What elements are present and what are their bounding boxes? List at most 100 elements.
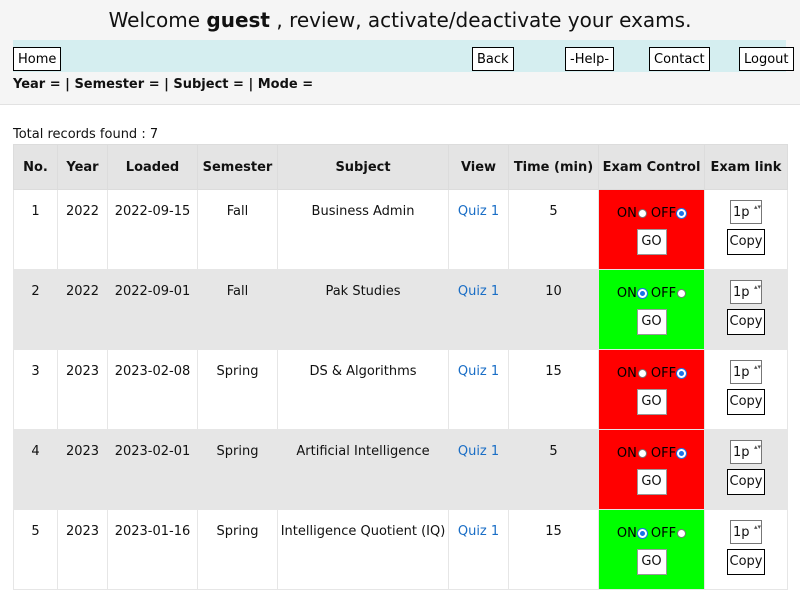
on-off-toggle: ON OFF [600, 206, 703, 221]
row-number: 5 [13, 509, 58, 590]
exam-control: ON OFF GO [598, 189, 705, 270]
filter-summary: Year = | Semester = | Subject = | Mode = [13, 77, 314, 92]
on-label: ON [616, 366, 637, 381]
column-header: View [448, 144, 509, 190]
link-stepper[interactable]: 1p [730, 280, 762, 304]
row-subject: Pak Studies [277, 269, 449, 350]
row-loaded-date: 2023-01-16 [107, 509, 198, 590]
welcome-suffix: , review, activate/deactivate your exams… [270, 8, 692, 32]
row-view: Quiz 1 [448, 509, 509, 590]
row-time: 5 [508, 429, 599, 510]
table-row: 5 2023 2023-01-16 Spring Intelligence Quotie… [13, 509, 788, 590]
off-radio[interactable] [677, 529, 687, 538]
exams-table: No. Year Loaded Semester Subject View Time (mi… [13, 144, 788, 590]
copy-button[interactable]: Copy [727, 469, 765, 495]
contact-button[interactable]: Contact [649, 47, 710, 71]
off-radio[interactable] [677, 449, 687, 458]
exam-link: 1p Copy [704, 429, 788, 510]
off-label: OFF [650, 366, 677, 381]
on-label: ON [616, 446, 637, 461]
row-loaded-date: 2023-02-01 [107, 429, 198, 510]
exam-control: ON OFF GO [598, 509, 705, 590]
off-radio[interactable] [677, 209, 687, 218]
row-loaded-date: 2022-09-15 [107, 189, 198, 270]
go-button[interactable]: GO [636, 469, 667, 495]
exam-link: 1p Copy [704, 509, 788, 590]
row-time: 10 [508, 269, 599, 350]
row-view: Quiz 1 [448, 189, 509, 270]
row-year: 2023 [57, 349, 108, 430]
back-button[interactable]: Back [472, 47, 514, 71]
copy-button[interactable]: Copy [727, 309, 765, 335]
page-title: Welcome guest , review, activate/deactiv… [0, 8, 800, 32]
total-records: Total records found : 7 [13, 127, 159, 142]
exam-link: 1p Copy [704, 189, 788, 270]
logout-button[interactable]: Logout [739, 47, 794, 71]
link-stepper[interactable]: 1p [730, 520, 762, 544]
off-radio[interactable] [677, 369, 687, 378]
column-header: Year [57, 144, 108, 190]
row-subject: Business Admin [277, 189, 449, 270]
on-label: ON [616, 206, 637, 221]
on-off-toggle: ON OFF [600, 286, 703, 301]
row-semester: Spring [197, 429, 278, 510]
on-off-toggle: ON OFF [600, 446, 703, 461]
on-radio[interactable] [637, 449, 647, 458]
row-number: 1 [13, 189, 58, 270]
column-header: Loaded [107, 144, 198, 190]
table-header-row: No. Year Loaded Semester Subject View Time (mi… [13, 144, 788, 190]
home-button[interactable]: Home [13, 47, 62, 71]
table-row: 1 2022 2022-09-15 Fall Business Admin Quiz 1 5… [13, 189, 788, 270]
on-radio[interactable] [637, 209, 647, 218]
go-button[interactable]: GO [636, 309, 667, 335]
on-radio[interactable] [637, 369, 647, 378]
row-subject: DS & Algorithms [277, 349, 449, 430]
off-label: OFF [650, 526, 677, 541]
top-bar: Welcome guest , review, activate/deactiv… [0, 0, 800, 105]
copy-button[interactable]: Copy [727, 389, 765, 415]
go-button[interactable]: GO [636, 549, 667, 575]
link-stepper[interactable]: 1p [730, 360, 762, 384]
user-name: guest [206, 8, 270, 32]
nav-bar: Home Back -Help- Contact Logout [13, 40, 794, 72]
row-time: 15 [508, 509, 599, 590]
quiz-link[interactable]: Quiz 1 [458, 444, 499, 459]
off-label: OFF [650, 286, 677, 301]
row-view: Quiz 1 [448, 429, 509, 510]
link-stepper[interactable]: 1p [730, 440, 762, 464]
on-label: ON [616, 526, 637, 541]
go-button[interactable]: GO [636, 389, 667, 415]
row-subject: Intelligence Quotient (IQ) [277, 509, 449, 590]
row-loaded-date: 2022-09-01 [107, 269, 198, 350]
on-radio[interactable] [637, 529, 647, 538]
quiz-link[interactable]: Quiz 1 [458, 284, 499, 299]
row-year: 2023 [57, 429, 108, 510]
column-header: Subject [277, 144, 449, 190]
exam-link: 1p Copy [704, 269, 788, 350]
row-number: 4 [13, 429, 58, 510]
exam-control: ON OFF GO [598, 269, 705, 350]
quiz-link[interactable]: Quiz 1 [458, 524, 499, 539]
link-stepper[interactable]: 1p [730, 200, 762, 224]
exam-link: 1p Copy [704, 349, 788, 430]
table-row: 4 2023 2023-02-01 Spring Artificial Intellig… [13, 429, 788, 510]
column-header: Time (min) [508, 144, 599, 190]
column-header: Exam link [704, 144, 788, 190]
copy-button[interactable]: Copy [727, 229, 765, 255]
row-subject: Artificial Intelligence [277, 429, 449, 510]
on-radio[interactable] [637, 289, 647, 298]
go-button[interactable]: GO [636, 229, 667, 255]
row-loaded-date: 2023-02-08 [107, 349, 198, 430]
off-radio[interactable] [677, 289, 687, 298]
on-off-toggle: ON OFF [600, 366, 703, 381]
quiz-link[interactable]: Quiz 1 [458, 364, 499, 379]
row-year: 2023 [57, 509, 108, 590]
off-label: OFF [650, 446, 677, 461]
help-button[interactable]: -Help- [565, 47, 615, 71]
row-semester: Spring [197, 349, 278, 430]
welcome-prefix: Welcome [108, 8, 207, 32]
row-time: 5 [508, 189, 599, 270]
quiz-link[interactable]: Quiz 1 [458, 204, 499, 219]
copy-button[interactable]: Copy [727, 549, 765, 575]
row-year: 2022 [57, 269, 108, 350]
